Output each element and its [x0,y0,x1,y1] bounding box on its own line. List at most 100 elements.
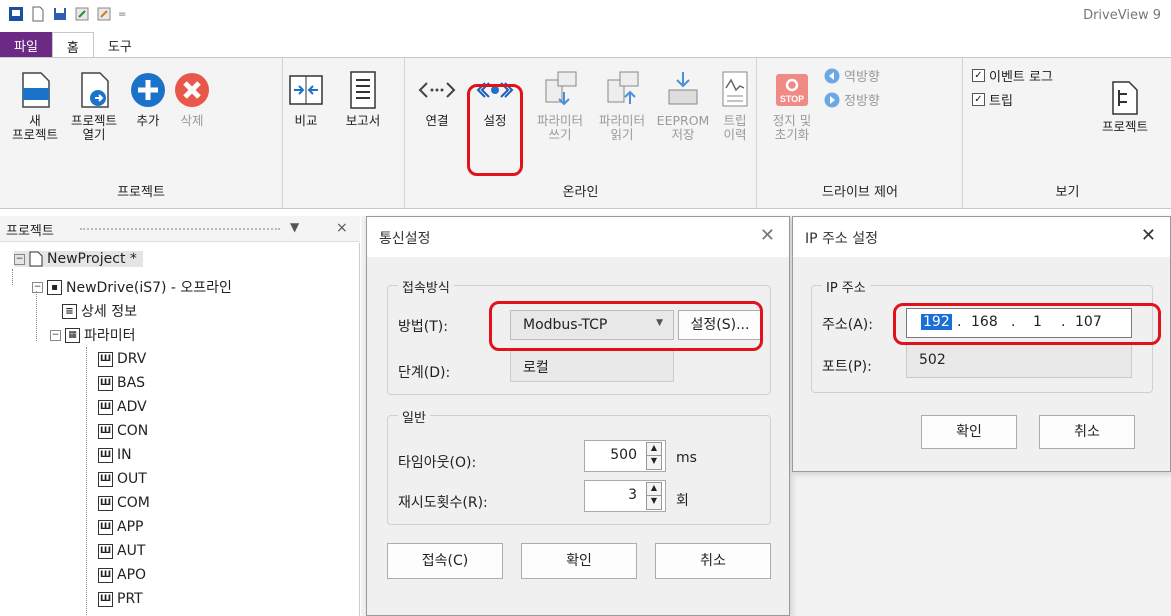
connect-button[interactable]: 연결 [415,70,459,128]
save-icon[interactable] [52,6,68,22]
ip-settings-dialog: IP 주소 설정 ✕ IP 주소 주소(A): 192 . 168 . 1 . … [792,216,1171,472]
settings-highlight [467,84,523,176]
tree-param-group[interactable]: Ш ADV [98,399,147,415]
stop-reset-button[interactable]: STOP 정지 및 초기화 [766,70,818,142]
ribbon-group-view: ✓ 이벤트 로그 ✓ 트립 프로젝트 보기 [964,58,1171,208]
ip-dialog-titlebar: IP 주소 설정 ✕ [793,217,1170,257]
ip-address-label: 주소(A): [822,317,873,333]
param-group-label: DRV [117,351,147,367]
retry-spinner[interactable]: ▲ ▼ [646,482,662,510]
compare-button[interactable]: 비교 [284,70,328,128]
spin-down-icon[interactable]: ▼ [647,496,661,505]
new-project-icon [22,72,50,108]
tree-params[interactable]: − ▦ 파라미터 [50,325,136,345]
report-button[interactable]: 보고서 [334,70,392,128]
new-project-label-2: 프로젝트 [12,127,59,142]
timeout-spinner[interactable]: ▲ ▼ [646,442,662,470]
trip-history-button[interactable]: 트립 이력 [715,70,755,142]
stop-icon: STOP [776,74,808,106]
tree-param-group[interactable]: Ш IN [98,447,132,463]
report-label: 보고서 [345,113,381,128]
param-group-icon: Ш [98,351,113,367]
trip-label-1: 트립 [723,113,747,128]
edit-alt-icon[interactable] [96,6,112,22]
tab-tools[interactable]: 도구 [94,32,146,58]
edit-icon[interactable] [74,6,90,22]
param-group-icon: Ш [98,423,113,439]
panel-dropdown-icon[interactable]: ▼ [290,220,299,234]
project-tree: − NewProject * − ▪ NewDrive(iS7) - 오프라인 … [0,243,360,616]
spin-up-icon[interactable]: ▲ [647,483,661,496]
reverse-button[interactable]: 역방향 [824,66,880,85]
customize-qa-icon[interactable]: = [118,9,126,20]
app-icon [9,7,23,21]
collapse-icon[interactable]: − [50,329,61,341]
spin-down-icon[interactable]: ▼ [647,456,661,465]
tree-param-group[interactable]: Ш OUT [98,471,147,487]
param-read-button[interactable]: 파라미터 읽기 [593,70,651,142]
quick-access-toolbar: = [8,6,126,22]
open-project-icon [81,72,109,108]
tree-root[interactable]: − NewProject * [14,251,143,267]
tab-file[interactable]: 파일 [0,32,52,58]
ribbon-group-project-label: 프로젝트 [117,185,165,200]
project-view-button[interactable]: 프로젝트 [1090,80,1160,134]
ribbon: 새 프로젝트 프로젝트 열기 추가 삭제 프로젝트 비교 보고서 연결 설정 파… [0,57,1171,209]
open-project-button[interactable]: 프로젝트 열기 [64,70,124,142]
eventlog-checkbox[interactable]: ✓ 이벤트 로그 [972,66,1053,85]
tree-drive[interactable]: − ▪ NewDrive(iS7) - 오프라인 [32,277,232,297]
tree-line [36,291,37,341]
param-group-icon: Ш [98,591,113,607]
new-file-icon[interactable] [30,6,46,22]
tree-param-group[interactable]: Ш CON [98,423,148,439]
comm-dialog-title: 통신설정 [379,231,431,247]
tree-line [12,269,13,285]
forward-icon [824,92,840,107]
new-project-button[interactable]: 새 프로젝트 [12,70,58,142]
panel-pin-icon[interactable]: ᅟ [312,220,323,237]
tree-param-group[interactable]: Ш AUT [98,543,145,559]
tree-detail[interactable]: ≡ 상세 정보 [62,301,137,321]
tree-param-group[interactable]: Ш BAS [98,375,145,391]
eventlog-label: 이벤트 로그 [989,70,1053,85]
collapse-icon[interactable]: − [14,253,25,265]
spin-up-icon[interactable]: ▲ [647,443,661,456]
project-panel-title: 프로젝트 [6,224,54,239]
port-field: 502 [906,344,1132,378]
eeprom-save-button[interactable]: EEPROM 저장 [655,70,711,142]
ip-cancel-button[interactable]: 취소 [1039,415,1135,449]
ribbon-group-project: 새 프로젝트 프로젝트 열기 추가 삭제 프로젝트 [0,58,283,208]
eeprom-icon [668,72,698,105]
ip-dialog-close-icon[interactable]: ✕ [1141,225,1156,246]
tree-param-group[interactable]: Ш COM [98,495,150,511]
panel-close-icon[interactable]: × [336,220,348,236]
detail-icon: ≡ [62,303,77,319]
comm-cancel-button[interactable]: 취소 [655,543,771,579]
tree-param-group[interactable]: Ш DRV [98,351,146,367]
comm-dialog-titlebar: 통신설정 ✕ [367,217,789,257]
param-write-button[interactable]: 파라미터 쓰기 [531,70,589,142]
trip-view-label: 트립 [989,94,1013,109]
conn-method-legend: 접속방식 [398,277,454,296]
tree-param-group[interactable]: Ш PRT [98,591,143,607]
add-button[interactable]: 추가 [128,70,168,128]
tree-param-group[interactable]: Ш APO [98,567,146,583]
tree-param-group[interactable]: Ш APP [98,519,143,535]
compare-icon [289,75,323,105]
param-group-icon: Ш [98,567,113,583]
collapse-icon[interactable]: − [32,281,43,293]
delete-button[interactable]: 삭제 [172,70,212,128]
tab-home[interactable]: 홈 [51,32,94,58]
param-write-label-2: 쓰기 [548,127,572,142]
param-group-label: BAS [117,375,146,391]
forward-button[interactable]: 정방향 [824,90,880,109]
tree-params-label: 파라미터 [84,328,136,344]
connect-dialog-button[interactable]: 접속(C) [387,543,503,579]
trip-checkbox[interactable]: ✓ 트립 [972,90,1013,109]
comm-dialog-close-icon[interactable]: ✕ [760,225,775,246]
ip-ok-button[interactable]: 확인 [921,415,1017,449]
params-icon: ▦ [65,327,80,343]
retry-unit: 회 [676,493,689,509]
comm-ok-button[interactable]: 확인 [521,543,637,579]
method-label: 방법(T): [398,319,448,335]
